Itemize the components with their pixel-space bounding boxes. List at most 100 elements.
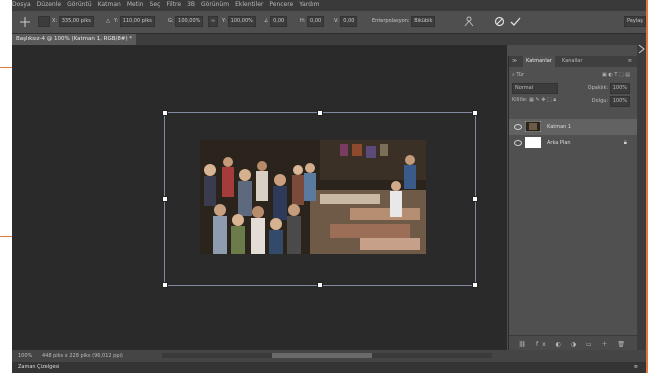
document-size: 448 piks x 228 piks (96,012 ppi) bbox=[42, 353, 123, 359]
handle-bottom-left[interactable] bbox=[162, 282, 168, 288]
horizontal-scrollbar[interactable] bbox=[162, 353, 492, 358]
handle-middle-left[interactable] bbox=[162, 196, 168, 202]
link-icon[interactable]: ∞ bbox=[208, 16, 219, 27]
menu-pencere[interactable]: Pencere bbox=[269, 1, 293, 8]
lock-row: Kilitle: ▦ ✎ ✥ ⬚ 🔒︎ Dolgu: 100% bbox=[512, 96, 634, 107]
kind-label[interactable]: Tür bbox=[516, 72, 524, 78]
zoom-level[interactable]: 100% bbox=[18, 353, 32, 359]
eye-icon[interactable] bbox=[514, 124, 522, 130]
handle-bottom-center[interactable] bbox=[317, 282, 323, 288]
layer-row-arka-plan[interactable]: Arka Plan 🔒︎ bbox=[509, 135, 637, 151]
panel-collapse-icon[interactable]: ≫ bbox=[509, 56, 520, 67]
menu-eklentiler[interactable]: Eklentiler bbox=[235, 1, 263, 8]
height-label: Y: bbox=[222, 18, 227, 24]
layer-row-katman-1[interactable]: Katman 1 bbox=[509, 119, 637, 135]
layer-thumbnail bbox=[525, 137, 541, 148]
crowd-photo bbox=[200, 140, 426, 254]
timeline-panel: Zaman Çizelgesi ≡ bbox=[12, 362, 646, 373]
commit-transform-icon[interactable] bbox=[510, 16, 521, 27]
width-group: G: 100,00% bbox=[168, 16, 204, 27]
share-label: Paylaş bbox=[624, 16, 646, 27]
lock-icons[interactable]: ▦ ✎ ✥ ⬚ 🔒︎ bbox=[529, 97, 556, 103]
collapsed-panels-strip bbox=[637, 34, 646, 350]
lock-icon[interactable]: 🔒︎ bbox=[624, 139, 627, 147]
angle-field[interactable]: 0,00 bbox=[270, 16, 288, 27]
menu-items: Dosya Düzenle Görüntü Katman Metin Seç F… bbox=[12, 1, 319, 8]
document-tab[interactable]: Başlıksız-4 @ 100% (Katman 1, RGB/8#) * bbox=[12, 34, 137, 45]
document-tab-title: Başlıksız-4 @ 100% (Katman 1, RGB/8#) * bbox=[16, 36, 133, 42]
menu-3b[interactable]: 3B bbox=[187, 1, 195, 8]
handle-top-center[interactable] bbox=[317, 110, 323, 116]
interpolation-label: Enterpolasyon: bbox=[372, 18, 410, 24]
timeline-label[interactable]: Zaman Çizelgesi bbox=[18, 364, 59, 370]
leader-line-top bbox=[0, 67, 12, 68]
menu-dosya[interactable]: Dosya bbox=[12, 1, 31, 8]
footer-icons[interactable]: ⛓ fx ◐ ◑ ▭ ＋ 🗑︎ bbox=[519, 339, 629, 348]
y-position-group: Y: 110,00 piks bbox=[114, 16, 155, 27]
status-bar: 100% 448 piks x 228 piks (96,012 ppi) bbox=[12, 350, 646, 362]
panel-menu-icon[interactable]: ≡ bbox=[625, 56, 635, 67]
menu-goruntu[interactable]: Görüntü bbox=[67, 1, 92, 8]
layers-panel-footer: ⛓ fx ◐ ◑ ▭ ＋ 🗑︎ bbox=[509, 335, 637, 350]
reference-point-toggle[interactable] bbox=[38, 16, 50, 27]
leader-line-bottom bbox=[0, 236, 12, 237]
rotate-group: ∠ 0,00 bbox=[264, 16, 288, 27]
y-position-field[interactable]: 110,00 piks bbox=[119, 16, 155, 27]
opacity-group: Opaklık: 100% bbox=[588, 83, 630, 94]
layer-name: Arka Plan bbox=[547, 140, 571, 146]
handle-top-right[interactable] bbox=[472, 110, 478, 116]
h-skew-field[interactable]: 0,00 bbox=[307, 16, 325, 27]
menu-yardim[interactable]: Yardım bbox=[299, 1, 319, 8]
menu-filtre[interactable]: Filtre bbox=[166, 1, 181, 8]
handle-top-left[interactable] bbox=[162, 110, 168, 116]
options-bar: X: 335,00 piks △ Y: 110,00 piks G: 100,0… bbox=[12, 11, 646, 34]
handle-middle-right[interactable] bbox=[472, 196, 478, 202]
width-label: G: bbox=[168, 18, 174, 24]
delta-icon[interactable]: △ bbox=[106, 16, 110, 27]
width-field[interactable]: 100,00% bbox=[175, 16, 204, 27]
interpolation-select[interactable]: Bikübik bbox=[411, 16, 436, 27]
search-icon: ⌕ bbox=[512, 72, 515, 78]
height-field[interactable]: 100,00% bbox=[227, 16, 256, 27]
layer-name: Katman 1 bbox=[547, 124, 572, 130]
fill-field[interactable]: 100% bbox=[609, 96, 630, 107]
tab-layers[interactable]: Katmanlar bbox=[523, 56, 555, 67]
menu-duzenle[interactable]: Düzenle bbox=[37, 1, 61, 8]
fill-label: Dolgu: bbox=[591, 98, 609, 104]
fill-group: Dolgu: 100% bbox=[592, 96, 630, 107]
panel-toggle-icon[interactable] bbox=[638, 44, 645, 54]
layer-filter-row: ⌕ Tür ▣ ◐ T ⬚ ▤ bbox=[512, 71, 634, 80]
warp-icon[interactable] bbox=[464, 16, 474, 27]
menu-sec[interactable]: Seç bbox=[150, 1, 161, 8]
angle-icon: ∠ bbox=[264, 18, 269, 24]
x-position-field[interactable]: 335,00 piks bbox=[58, 16, 94, 27]
share-button[interactable]: Paylaş bbox=[624, 16, 646, 27]
x-position-group: X: 335,00 piks bbox=[52, 16, 94, 27]
opacity-field[interactable]: 100% bbox=[609, 83, 630, 94]
menu-metin[interactable]: Metin bbox=[127, 1, 144, 8]
filter-icons[interactable]: ▣ ◐ T ⬚ ▤ bbox=[602, 71, 630, 80]
h-skew-icon: H: bbox=[300, 18, 306, 24]
v-skew-field[interactable]: 0,00 bbox=[340, 16, 358, 27]
move-tool-icon[interactable] bbox=[20, 17, 30, 27]
scrollbar-thumb[interactable] bbox=[272, 353, 372, 358]
v-skew-group: V: 0,00 bbox=[334, 16, 358, 27]
lock-label: Kilitle: bbox=[512, 97, 528, 103]
menu-katman[interactable]: Katman bbox=[98, 1, 121, 8]
interpolation-group: Enterpolasyon: Bikübik bbox=[372, 16, 436, 27]
timeline-menu-icon[interactable]: ≡ bbox=[634, 364, 638, 370]
handle-bottom-right[interactable] bbox=[472, 282, 478, 288]
blend-mode-select[interactable]: Normal bbox=[512, 83, 558, 94]
menu-bar: Dosya Düzenle Görüntü Katman Metin Seç F… bbox=[12, 0, 646, 11]
eye-icon[interactable] bbox=[514, 140, 522, 146]
tab-channels[interactable]: Kanallar bbox=[559, 56, 585, 67]
h-skew-group: H: 0,00 bbox=[300, 16, 325, 27]
document-tab-row: Başlıksız-4 @ 100% (Katman 1, RGB/8#) * bbox=[12, 34, 646, 45]
opacity-label: Opaklık: bbox=[587, 85, 609, 91]
blend-row: Normal Opaklık: 100% bbox=[512, 83, 634, 94]
panel-tabs: ≫ Katmanlar Kanallar ≡ bbox=[509, 56, 637, 67]
x-label: X: bbox=[52, 18, 58, 24]
menu-gorunum[interactable]: Görünüm bbox=[201, 1, 229, 8]
cancel-transform-icon[interactable] bbox=[494, 16, 505, 27]
canvas-area[interactable] bbox=[12, 45, 507, 350]
